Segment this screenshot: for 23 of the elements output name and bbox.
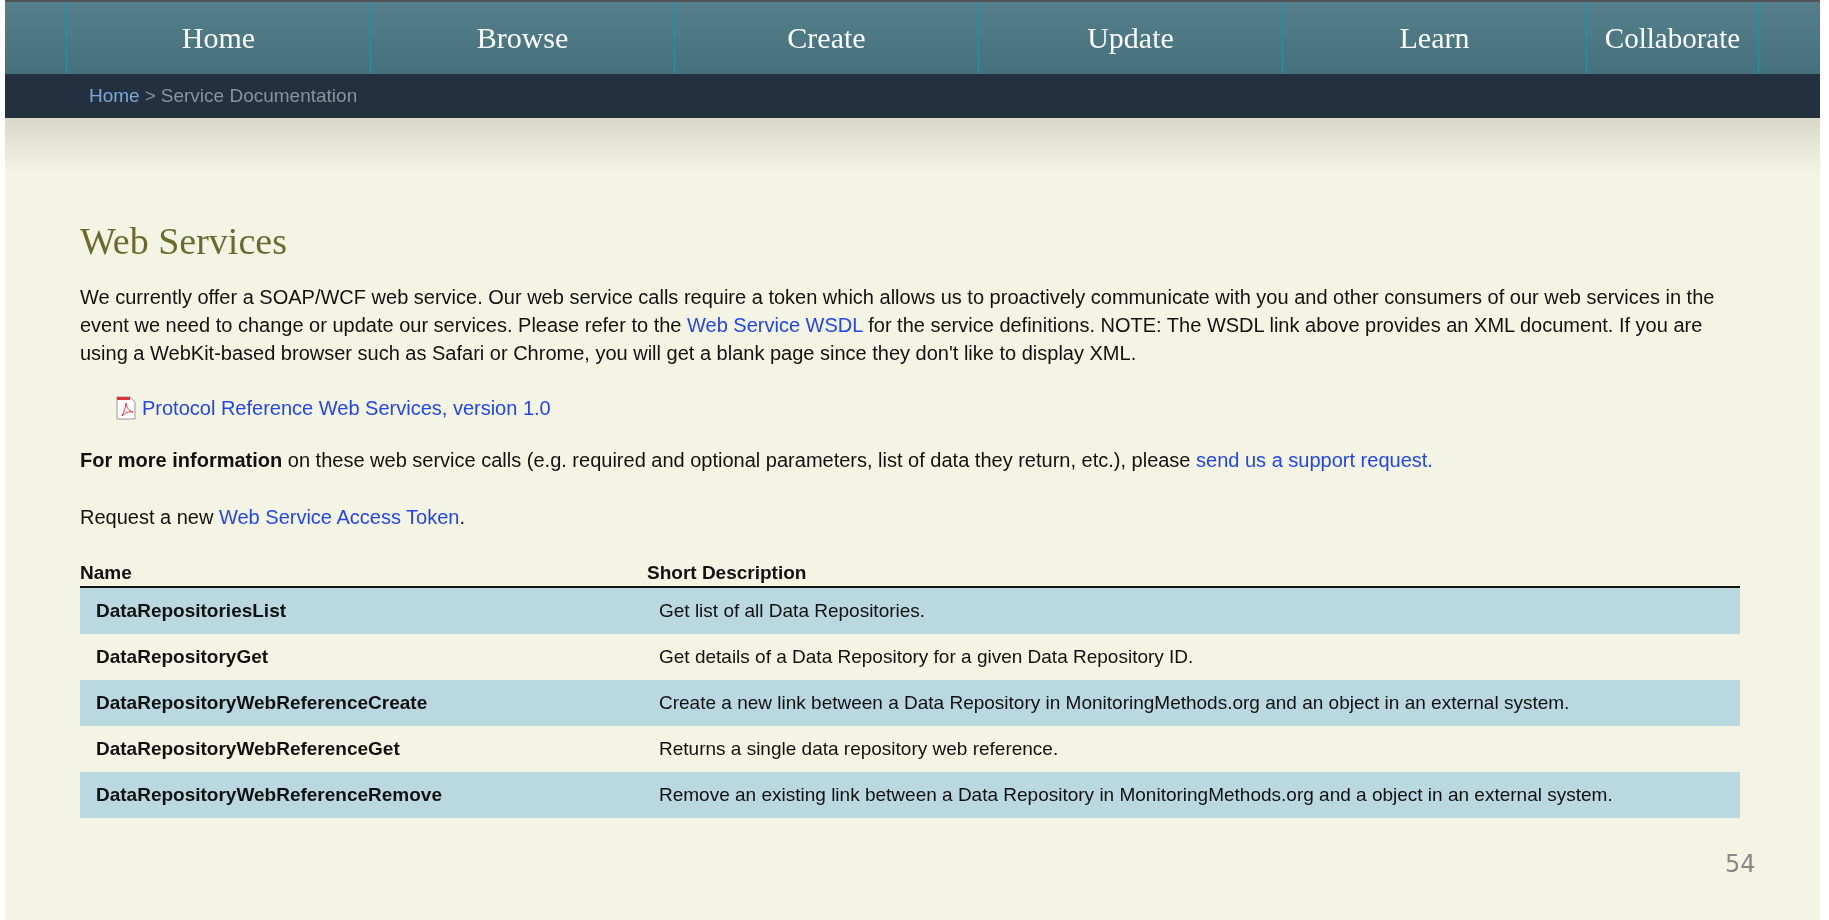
intro-paragraph: We currently offer a SOAP/WCF web service. Our web service calls require a token which allows us to proactively communicate with you and other consumers of our web services in the event we need to change or update our services. Please refer to the Web Service WSDL for the service definitions. NOTE: The WSDL link above provides an XML document. If you are using a WebKit-based browser such as Safari or Chrome, you will get a blank page since they don't like to display XML. (80, 285, 1716, 366)
token-paragraph: Request a new Web Service Access Token. (80, 505, 467, 530)
table-cell: Get details of a Data Repository for a given Data Repository ID. (647, 634, 1740, 680)
pdf-icon (116, 396, 136, 420)
table-cell: Returns a single data repository web reference. (647, 726, 1740, 772)
wsdl-link[interactable]: Web Service WSDL (687, 314, 863, 336)
table-cell: Create a new link between a Data Repository in MonitoringMethods.org and an object in an external system. (647, 680, 1740, 726)
token-link[interactable]: Web Service Access Token (219, 506, 460, 528)
breadcrumb-current: Service Documentation (160, 85, 358, 107)
table-cell: DataRepositoryWebReferenceCreate (80, 680, 647, 726)
slide-number: 54 (1725, 850, 1756, 878)
table-cell: DataRepositoriesList (80, 587, 647, 634)
table-cell: DataRepositoryWebReferenceRemove (80, 772, 647, 818)
breadcrumb-link[interactable]: Home (89, 85, 140, 107)
breadcrumb-separator: > (144, 85, 156, 107)
table-cell: DataRepositoryGet (80, 634, 647, 680)
page-heading: Web Services (80, 219, 288, 263)
support-link[interactable]: send us a support request. (1196, 449, 1433, 471)
info-paragraph: For more information on these web service calls (e.g. required and optional parameters, list of data they return, etc.), please send us a support request. (80, 448, 1434, 473)
document-link[interactable]: Protocol Reference Web Services, version 1.0 (142, 396, 551, 420)
table-cell: DataRepositoryWebReferenceGet (80, 726, 647, 772)
table-cell: Remove an existing link between a Data Repository in MonitoringMethods.org and a object in an external system. (647, 772, 1740, 818)
table-cell: Get list of all Data Repositories. (647, 587, 1740, 634)
